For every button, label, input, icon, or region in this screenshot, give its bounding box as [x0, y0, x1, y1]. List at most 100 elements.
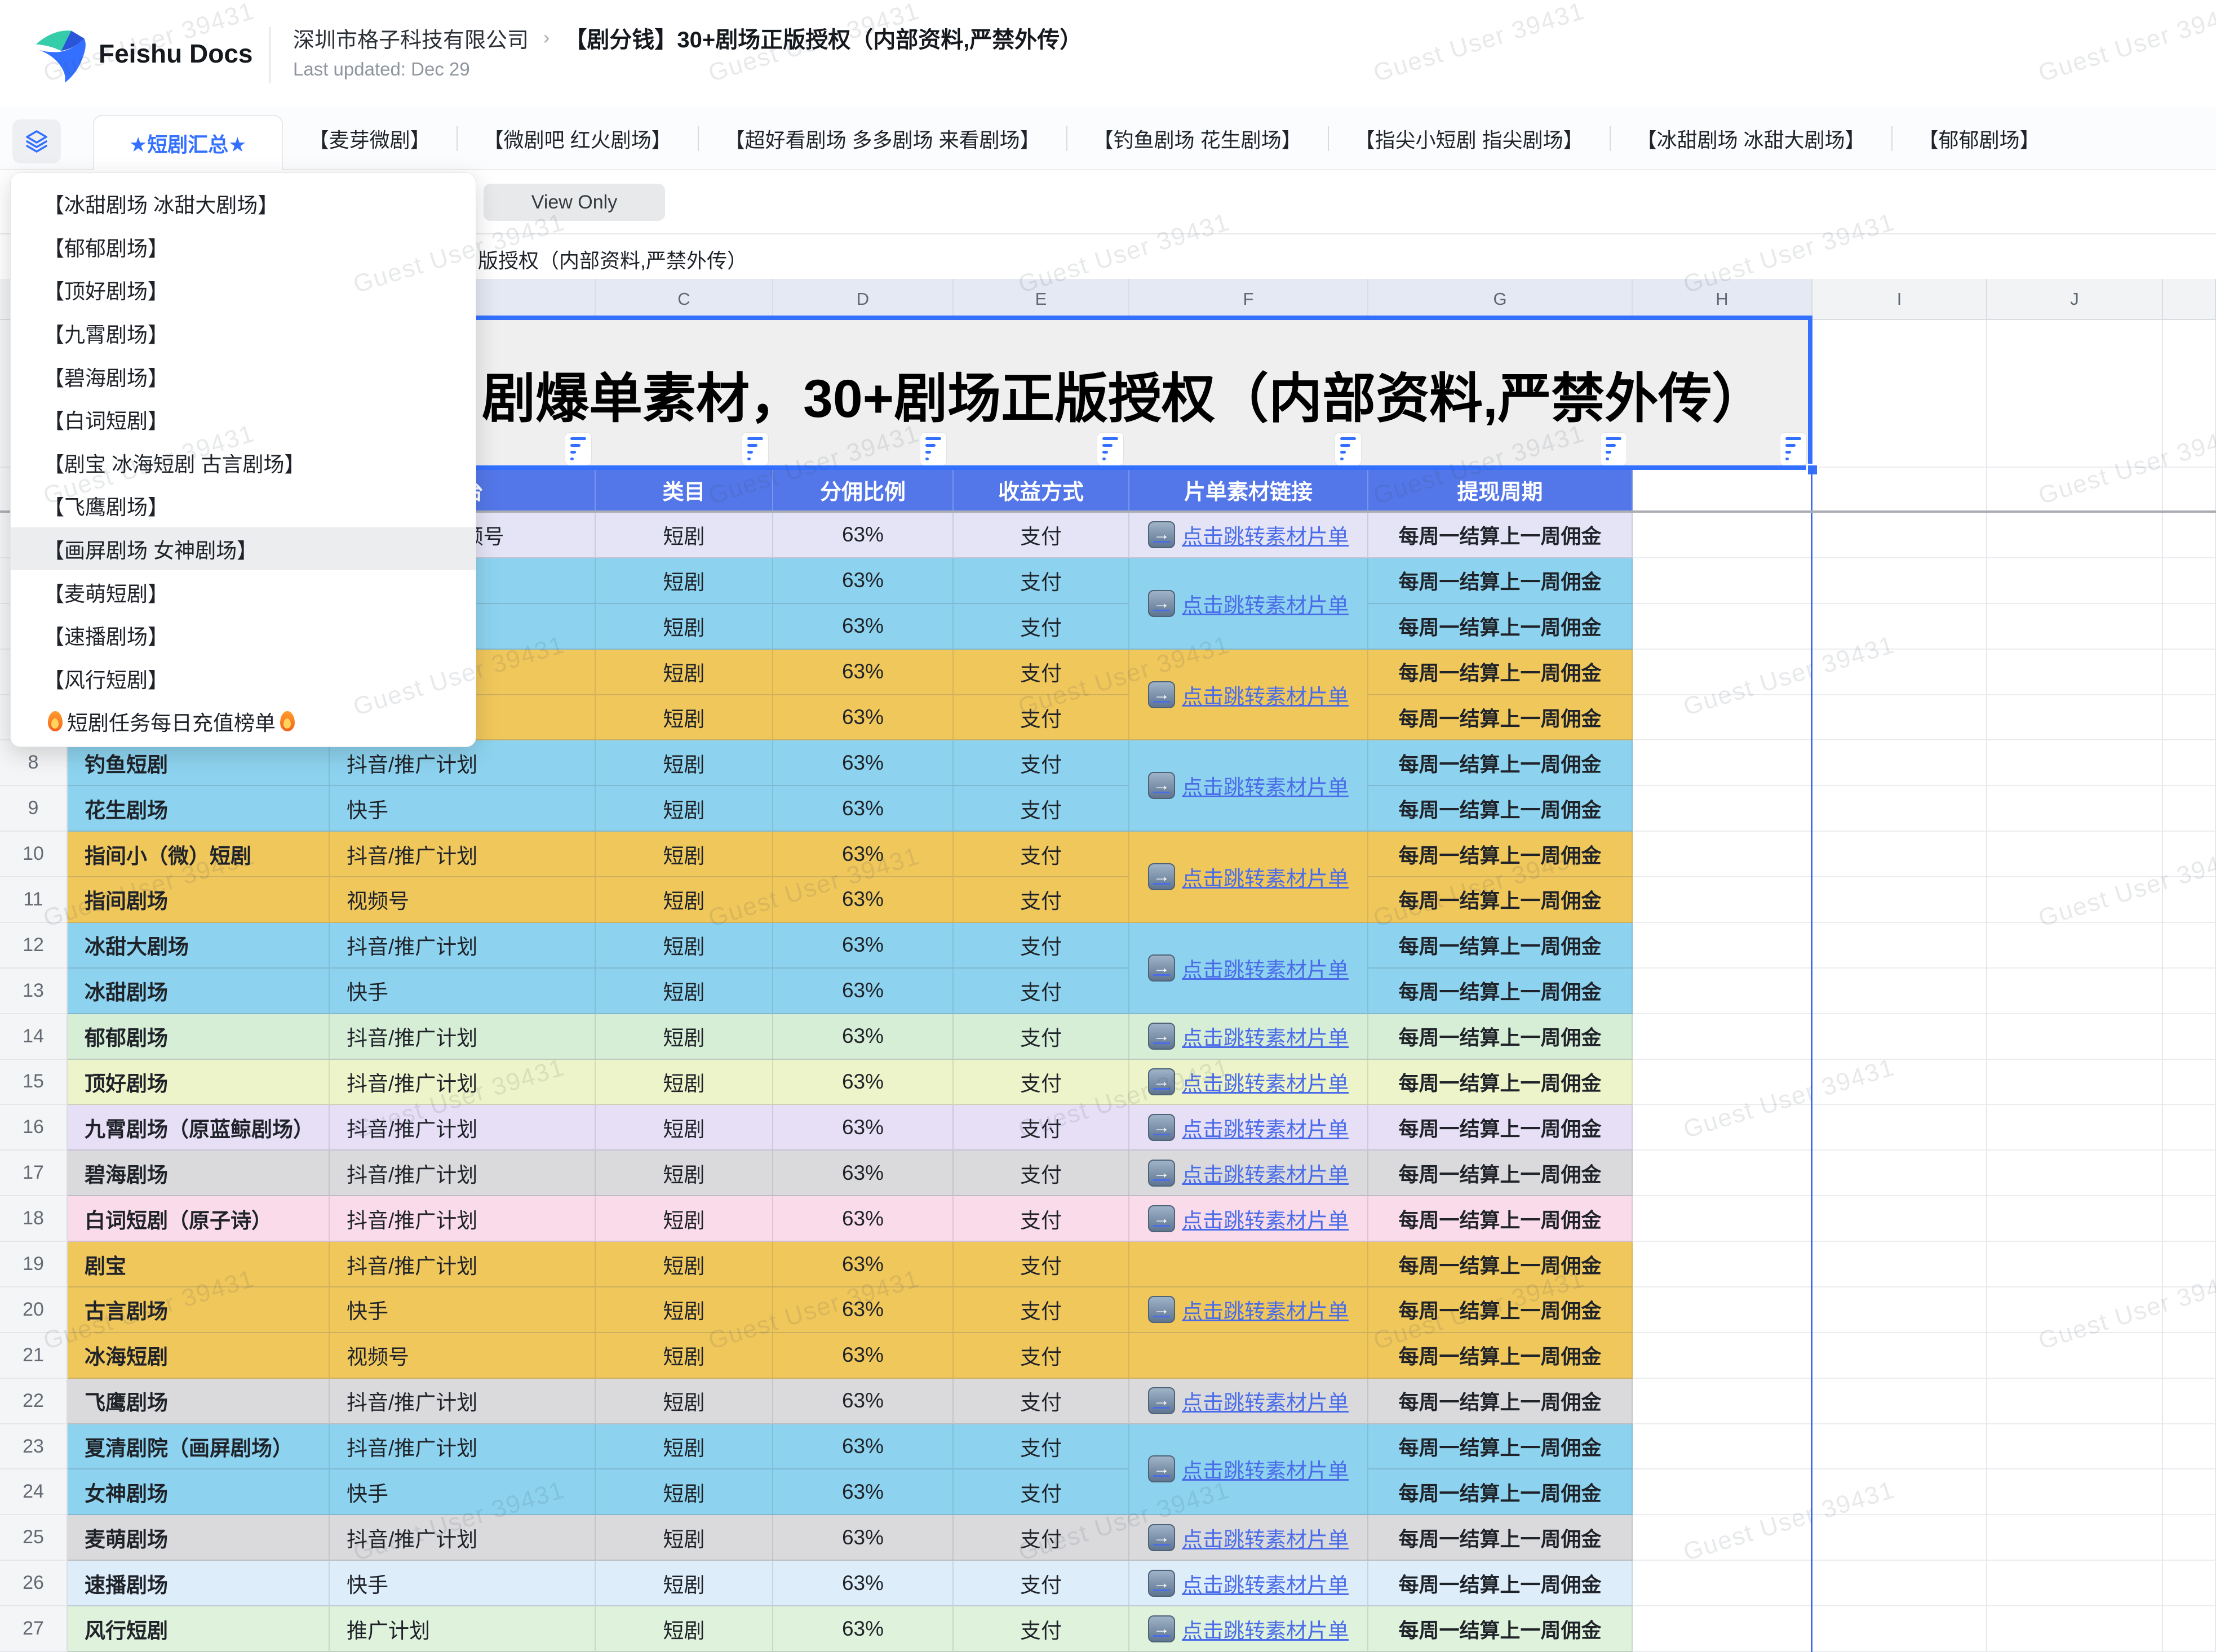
- cell-income[interactable]: 支付: [954, 969, 1129, 1014]
- column-letter-J[interactable]: J: [1987, 279, 2163, 320]
- material-list-link[interactable]: →点击跳转素材片单: [1148, 519, 1349, 550]
- cell-category[interactable]: 短剧: [596, 1287, 773, 1333]
- cell-income[interactable]: 支付: [954, 1151, 1129, 1196]
- cell-income[interactable]: 支付: [954, 923, 1129, 969]
- dropdown-item-7[interactable]: 【飞鹰剧场】: [11, 484, 476, 527]
- cell-theater-name[interactable]: 郁郁剧场: [68, 1014, 330, 1060]
- material-list-link[interactable]: →点击跳转素材片单: [1148, 1021, 1349, 1051]
- cell-commission[interactable]: 63%: [773, 1561, 954, 1606]
- cell-theater-name[interactable]: 剧宝: [68, 1242, 330, 1287]
- material-list-link[interactable]: →点击跳转素材片单: [1148, 861, 1349, 892]
- cell-platform[interactable]: 抖音/推广计划: [330, 923, 596, 969]
- cell-category[interactable]: 短剧: [596, 558, 773, 604]
- cell-platform[interactable]: 视频号: [330, 877, 596, 923]
- cell-income[interactable]: 支付: [954, 1606, 1129, 1652]
- cell-category[interactable]: 短剧: [596, 1060, 773, 1105]
- cell-commission[interactable]: 63%: [773, 1060, 954, 1105]
- cell-income[interactable]: 支付: [954, 1379, 1129, 1424]
- cell-commission[interactable]: 63%: [773, 877, 954, 923]
- cell-category[interactable]: 短剧: [596, 1014, 773, 1060]
- cell-income[interactable]: 支付: [954, 1424, 1129, 1470]
- cell-platform[interactable]: 抖音/推广计划: [330, 1196, 596, 1242]
- cell-theater-name[interactable]: 顶好剧场: [68, 1060, 330, 1105]
- cell-cycle[interactable]: 每周一结算上一周佣金: [1368, 969, 1633, 1014]
- cell-income[interactable]: 支付: [954, 877, 1129, 923]
- material-list-link[interactable]: →点击跳转素材片单: [1148, 1067, 1349, 1097]
- cell-platform[interactable]: 快手: [330, 969, 596, 1014]
- cell-category[interactable]: 短剧: [596, 740, 773, 786]
- cell-category[interactable]: 短剧: [596, 1105, 773, 1151]
- cell-platform[interactable]: 抖音/推广计划: [330, 1151, 596, 1196]
- cell-cycle[interactable]: 每周一结算上一周佣金: [1368, 695, 1633, 741]
- cell-commission[interactable]: 63%: [773, 832, 954, 877]
- cell-theater-name[interactable]: 指间小（微）短剧: [68, 832, 330, 877]
- cell-cycle[interactable]: 每周一结算上一周佣金: [1368, 1424, 1633, 1470]
- cell-cycle[interactable]: 每周一结算上一周佣金: [1368, 1333, 1633, 1379]
- cell-category[interactable]: 短剧: [596, 695, 773, 741]
- cell-platform[interactable]: 快手: [330, 1287, 596, 1333]
- cell-category[interactable]: 短剧: [596, 923, 773, 969]
- cell-commission[interactable]: 63%: [773, 1242, 954, 1287]
- cell-theater-name[interactable]: 九霄剧场（原蓝鲸剧场）: [68, 1105, 330, 1151]
- cell-commission[interactable]: 63%: [773, 513, 954, 558]
- cell-cycle[interactable]: 每周一结算上一周佣金: [1368, 1105, 1633, 1151]
- cell-cycle[interactable]: 每周一结算上一周佣金: [1368, 832, 1633, 877]
- material-list-link[interactable]: →点击跳转素材片单: [1148, 1614, 1349, 1644]
- cell-cycle[interactable]: 每周一结算上一周佣金: [1368, 786, 1633, 832]
- cell-theater-name[interactable]: 钓鱼短剧: [68, 740, 330, 786]
- dropdown-item-1[interactable]: 【郁郁剧场】: [11, 225, 476, 269]
- cell-cycle[interactable]: 每周一结算上一周佣金: [1368, 1060, 1633, 1105]
- filter-icon[interactable]: [920, 433, 946, 465]
- cell-theater-name[interactable]: 碧海剧场: [68, 1151, 330, 1196]
- material-list-link[interactable]: →点击跳转素材片单: [1148, 680, 1349, 710]
- material-list-link[interactable]: →点击跳转素材片单: [1148, 588, 1349, 619]
- cell-theater-name[interactable]: 冰甜大剧场: [68, 923, 330, 969]
- cell-category[interactable]: 短剧: [596, 1515, 773, 1561]
- cell-cycle[interactable]: 每周一结算上一周佣金: [1368, 604, 1633, 650]
- cell-category[interactable]: 短剧: [596, 1606, 773, 1652]
- cell-income[interactable]: 支付: [954, 740, 1129, 786]
- material-list-link[interactable]: →点击跳转素材片单: [1148, 1568, 1349, 1598]
- cell-theater-name[interactable]: 冰海短剧: [68, 1333, 330, 1379]
- cell-income[interactable]: 支付: [954, 786, 1129, 832]
- cell-commission[interactable]: 63%: [773, 1424, 954, 1470]
- cell-platform[interactable]: 抖音/推广计划: [330, 1060, 596, 1105]
- cell-theater-name[interactable]: 夏清剧院（画屏剧场）: [68, 1424, 330, 1470]
- filter-icon[interactable]: [1335, 433, 1361, 465]
- cell-category[interactable]: 短剧: [596, 1424, 773, 1470]
- cell-cycle[interactable]: 每周一结算上一周佣金: [1368, 923, 1633, 969]
- cell-category[interactable]: 短剧: [596, 1379, 773, 1424]
- cell-cycle[interactable]: 每周一结算上一周佣金: [1368, 1151, 1633, 1196]
- cell-commission[interactable]: 63%: [773, 786, 954, 832]
- cell-platform[interactable]: 快手: [330, 786, 596, 832]
- cell-income[interactable]: 支付: [954, 1469, 1129, 1515]
- cell-income[interactable]: 支付: [954, 832, 1129, 877]
- selection-fill-handle[interactable]: [1806, 464, 1819, 476]
- cell-commission[interactable]: 63%: [773, 650, 954, 695]
- cell-category[interactable]: 短剧: [596, 1151, 773, 1196]
- material-list-link[interactable]: →点击跳转素材片单: [1148, 1294, 1349, 1325]
- cell-commission[interactable]: 63%: [773, 1014, 954, 1060]
- cell-platform[interactable]: 抖音/推广计划: [330, 1515, 596, 1561]
- dropdown-item-2[interactable]: 【顶好剧场】: [11, 268, 476, 312]
- cell-commission[interactable]: 63%: [773, 1379, 954, 1424]
- cell-platform[interactable]: 推广计划: [330, 1606, 596, 1652]
- cell-income[interactable]: 支付: [954, 650, 1129, 695]
- dropdown-item-8[interactable]: 【画屏剧场 女神剧场】: [11, 527, 476, 571]
- filter-icon[interactable]: [1780, 433, 1806, 465]
- cell-cycle[interactable]: 每周一结算上一周佣金: [1368, 877, 1633, 923]
- cell-category[interactable]: 短剧: [596, 604, 773, 650]
- material-list-link[interactable]: →点击跳转素材片单: [1148, 1454, 1349, 1484]
- dropdown-item-10[interactable]: 【速播剧场】: [11, 614, 476, 657]
- column-letter-D[interactable]: D: [773, 279, 954, 320]
- cell-platform[interactable]: 快手: [330, 1561, 596, 1606]
- cell-commission[interactable]: 63%: [773, 1333, 954, 1379]
- cell-cycle[interactable]: 每周一结算上一周佣金: [1368, 1561, 1633, 1606]
- cell-cycle[interactable]: 每周一结算上一周佣金: [1368, 1515, 1633, 1561]
- cell-cycle[interactable]: 每周一结算上一周佣金: [1368, 558, 1633, 604]
- cell-platform[interactable]: 抖音/推广计划: [330, 740, 596, 786]
- dropdown-item-5[interactable]: 【白词短剧】: [11, 398, 476, 441]
- cell-platform[interactable]: 抖音/推广计划: [330, 1379, 596, 1424]
- column-letter-H[interactable]: H: [1633, 279, 1812, 320]
- cell-income[interactable]: 支付: [954, 1060, 1129, 1105]
